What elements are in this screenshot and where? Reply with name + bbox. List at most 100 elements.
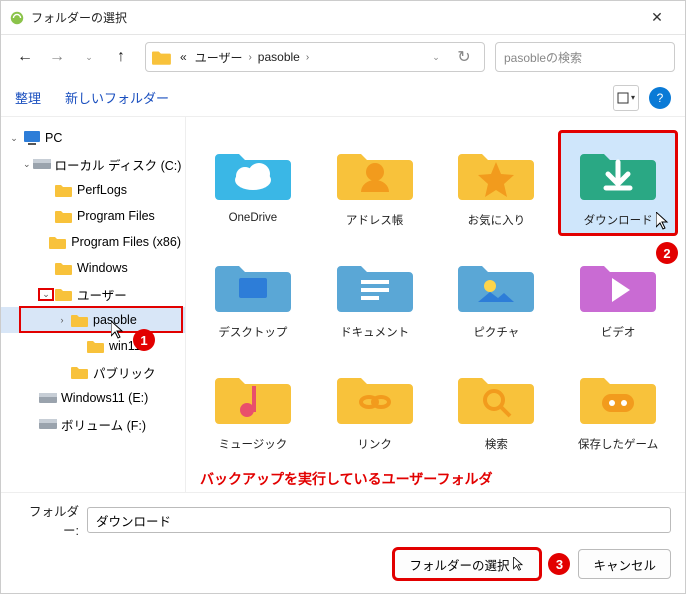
tree-item[interactable]: ⌄PC	[1, 125, 185, 151]
tree-item[interactable]: Program Files (x86)	[1, 229, 185, 255]
select-folder-button[interactable]: フォルダーの選択	[394, 549, 540, 579]
breadcrumb-1[interactable]: pasoble	[254, 48, 304, 66]
folder-item-label: お気に入り	[468, 212, 526, 228]
back-button[interactable]: ←	[11, 43, 39, 71]
search-input[interactable]: pasobleの検索	[495, 42, 675, 72]
folder-icon	[55, 259, 73, 277]
annotation-caption: バックアップを実行しているユーザーフォルダ	[194, 469, 677, 489]
tree-item[interactable]: ⌄ ユーザー	[1, 281, 185, 307]
folder-item-label: OneDrive	[229, 212, 278, 224]
tree-expand-icon[interactable]: ⌄	[39, 289, 53, 300]
folder-item-label: デスクトップ	[218, 324, 287, 340]
folder-item[interactable]: デスクトップ	[194, 243, 312, 347]
new-folder-button[interactable]: 新しいフォルダー	[65, 88, 169, 107]
folder-icon	[71, 363, 89, 381]
folder-item-label: リンク	[357, 436, 392, 452]
chevron-right-icon: ›	[304, 52, 311, 63]
annotation-badge-1: 1	[133, 329, 155, 351]
window-title: フォルダーの選択	[31, 9, 637, 26]
folder-item-label: 保存したゲーム	[578, 436, 658, 452]
folder-icon	[55, 285, 73, 303]
up-button[interactable]: ↑	[107, 43, 135, 71]
cursor-icon	[111, 321, 125, 339]
tree-item-label: ボリューム (F:)	[61, 415, 146, 434]
dialog-body: ⌄PC⌄ローカル ディスク (C:) PerfLogs Program Files P…	[1, 117, 685, 492]
music-folder-icon	[209, 362, 297, 432]
tree-item[interactable]: PerfLogs	[1, 177, 185, 203]
forward-button[interactable]: →	[43, 43, 71, 71]
folder-item-label: ダウンロード	[584, 212, 653, 228]
drive-icon	[39, 415, 57, 433]
refresh-button[interactable]: ↻	[450, 43, 478, 71]
tree-item-label: パブリック	[93, 363, 156, 382]
pc-icon	[23, 129, 41, 147]
folder-item[interactable]: お気に入り	[438, 131, 556, 235]
favorites-folder-icon	[452, 138, 540, 208]
tree-item[interactable]: Windows11 (E:)	[1, 385, 185, 411]
documents-folder-icon	[331, 250, 419, 320]
contacts-folder-icon	[331, 138, 419, 208]
games-folder-icon	[574, 362, 662, 432]
tree-item[interactable]: ボリューム (F:)	[1, 411, 185, 437]
folder-item[interactable]: OneDrive	[194, 131, 312, 235]
tree-expand-icon[interactable]: ⌄	[7, 133, 21, 144]
grid-icon	[617, 92, 629, 104]
folder-item[interactable]: ピクチャ	[438, 243, 556, 347]
folder-content[interactable]: OneDrive アドレス帳 お気に入り ダウンロードデスクトップ ドキュメント ピクチャ…	[186, 117, 685, 492]
onedrive-folder-icon	[209, 138, 297, 208]
address-bar[interactable]: « ユーザー › pasoble › ⌄ ↻	[145, 42, 485, 72]
cursor-icon	[656, 212, 670, 230]
folder-item[interactable]: 保存したゲーム	[559, 355, 677, 459]
tree-item[interactable]: ⌄ローカル ディスク (C:)	[1, 151, 185, 177]
folder-select-dialog: フォルダーの選択 ✕ ← → ⌄ ↑ « ユーザー › pasoble › ⌄ …	[0, 0, 686, 594]
breadcrumb-0[interactable]: ユーザー	[191, 47, 247, 68]
folder-item[interactable]: ミュージック	[194, 355, 312, 459]
downloads-folder-icon	[574, 138, 662, 208]
view-mode-button[interactable]: ▾	[613, 85, 639, 111]
close-button[interactable]: ✕	[637, 3, 677, 33]
search-folder-icon	[452, 362, 540, 432]
tree-item-label: PerfLogs	[77, 183, 127, 197]
folder-item[interactable]: 検索	[438, 355, 556, 459]
folder-item[interactable]: リンク	[316, 355, 434, 459]
tree-item[interactable]: パブリック	[1, 359, 185, 385]
tree-item[interactable]: Windows	[1, 255, 185, 281]
folder-item-label: ドキュメント	[340, 324, 409, 340]
tree-item-label: Program Files (x86)	[71, 235, 181, 249]
drive-icon	[39, 389, 57, 407]
desktop-folder-icon	[209, 250, 297, 320]
annotation-badge-3: 3	[548, 553, 570, 575]
app-icon	[9, 10, 25, 26]
folder-item[interactable]: ビデオ2	[559, 243, 677, 347]
breadcrumb-root[interactable]: «	[176, 48, 191, 66]
links-folder-icon	[331, 362, 419, 432]
folder-item-label: ピクチャ	[473, 324, 519, 340]
tree-expand-icon[interactable]: ›	[55, 315, 69, 325]
folder-item-label: 検索	[485, 436, 508, 452]
recent-dropdown[interactable]: ⌄	[75, 43, 103, 71]
cancel-button[interactable]: キャンセル	[578, 549, 671, 579]
navbar: ← → ⌄ ↑ « ユーザー › pasoble › ⌄ ↻ pasobleの検…	[1, 35, 685, 79]
tree-item[interactable]: win11	[1, 333, 185, 359]
help-button[interactable]: ?	[649, 87, 671, 109]
tree-item-label: Program Files	[77, 209, 155, 223]
folder-field-label: フォルダー:	[15, 501, 79, 539]
titlebar: フォルダーの選択 ✕	[1, 1, 685, 35]
tree-item-label: ユーザー	[77, 285, 127, 304]
folder-item[interactable]: ダウンロード	[559, 131, 677, 235]
videos-folder-icon	[574, 250, 662, 320]
tree-expand-icon[interactable]: ⌄	[23, 159, 31, 170]
folder-item[interactable]: アドレス帳	[316, 131, 434, 235]
tree-item[interactable]: ›pasoble1	[1, 307, 185, 333]
folder-tree[interactable]: ⌄PC⌄ローカル ディスク (C:) PerfLogs Program Files P…	[1, 117, 186, 492]
search-placeholder: pasobleの検索	[504, 49, 582, 66]
folder-item[interactable]: ドキュメント	[316, 243, 434, 347]
folder-icon	[87, 337, 105, 355]
organize-menu[interactable]: 整理	[15, 88, 41, 107]
folder-name-input[interactable]	[87, 507, 671, 533]
folder-icon	[71, 311, 89, 329]
tree-item[interactable]: Program Files	[1, 203, 185, 229]
folder-item-label: ミュージック	[218, 436, 287, 452]
folder-item-label: アドレス帳	[346, 212, 404, 228]
address-dropdown[interactable]: ⌄	[422, 43, 450, 71]
